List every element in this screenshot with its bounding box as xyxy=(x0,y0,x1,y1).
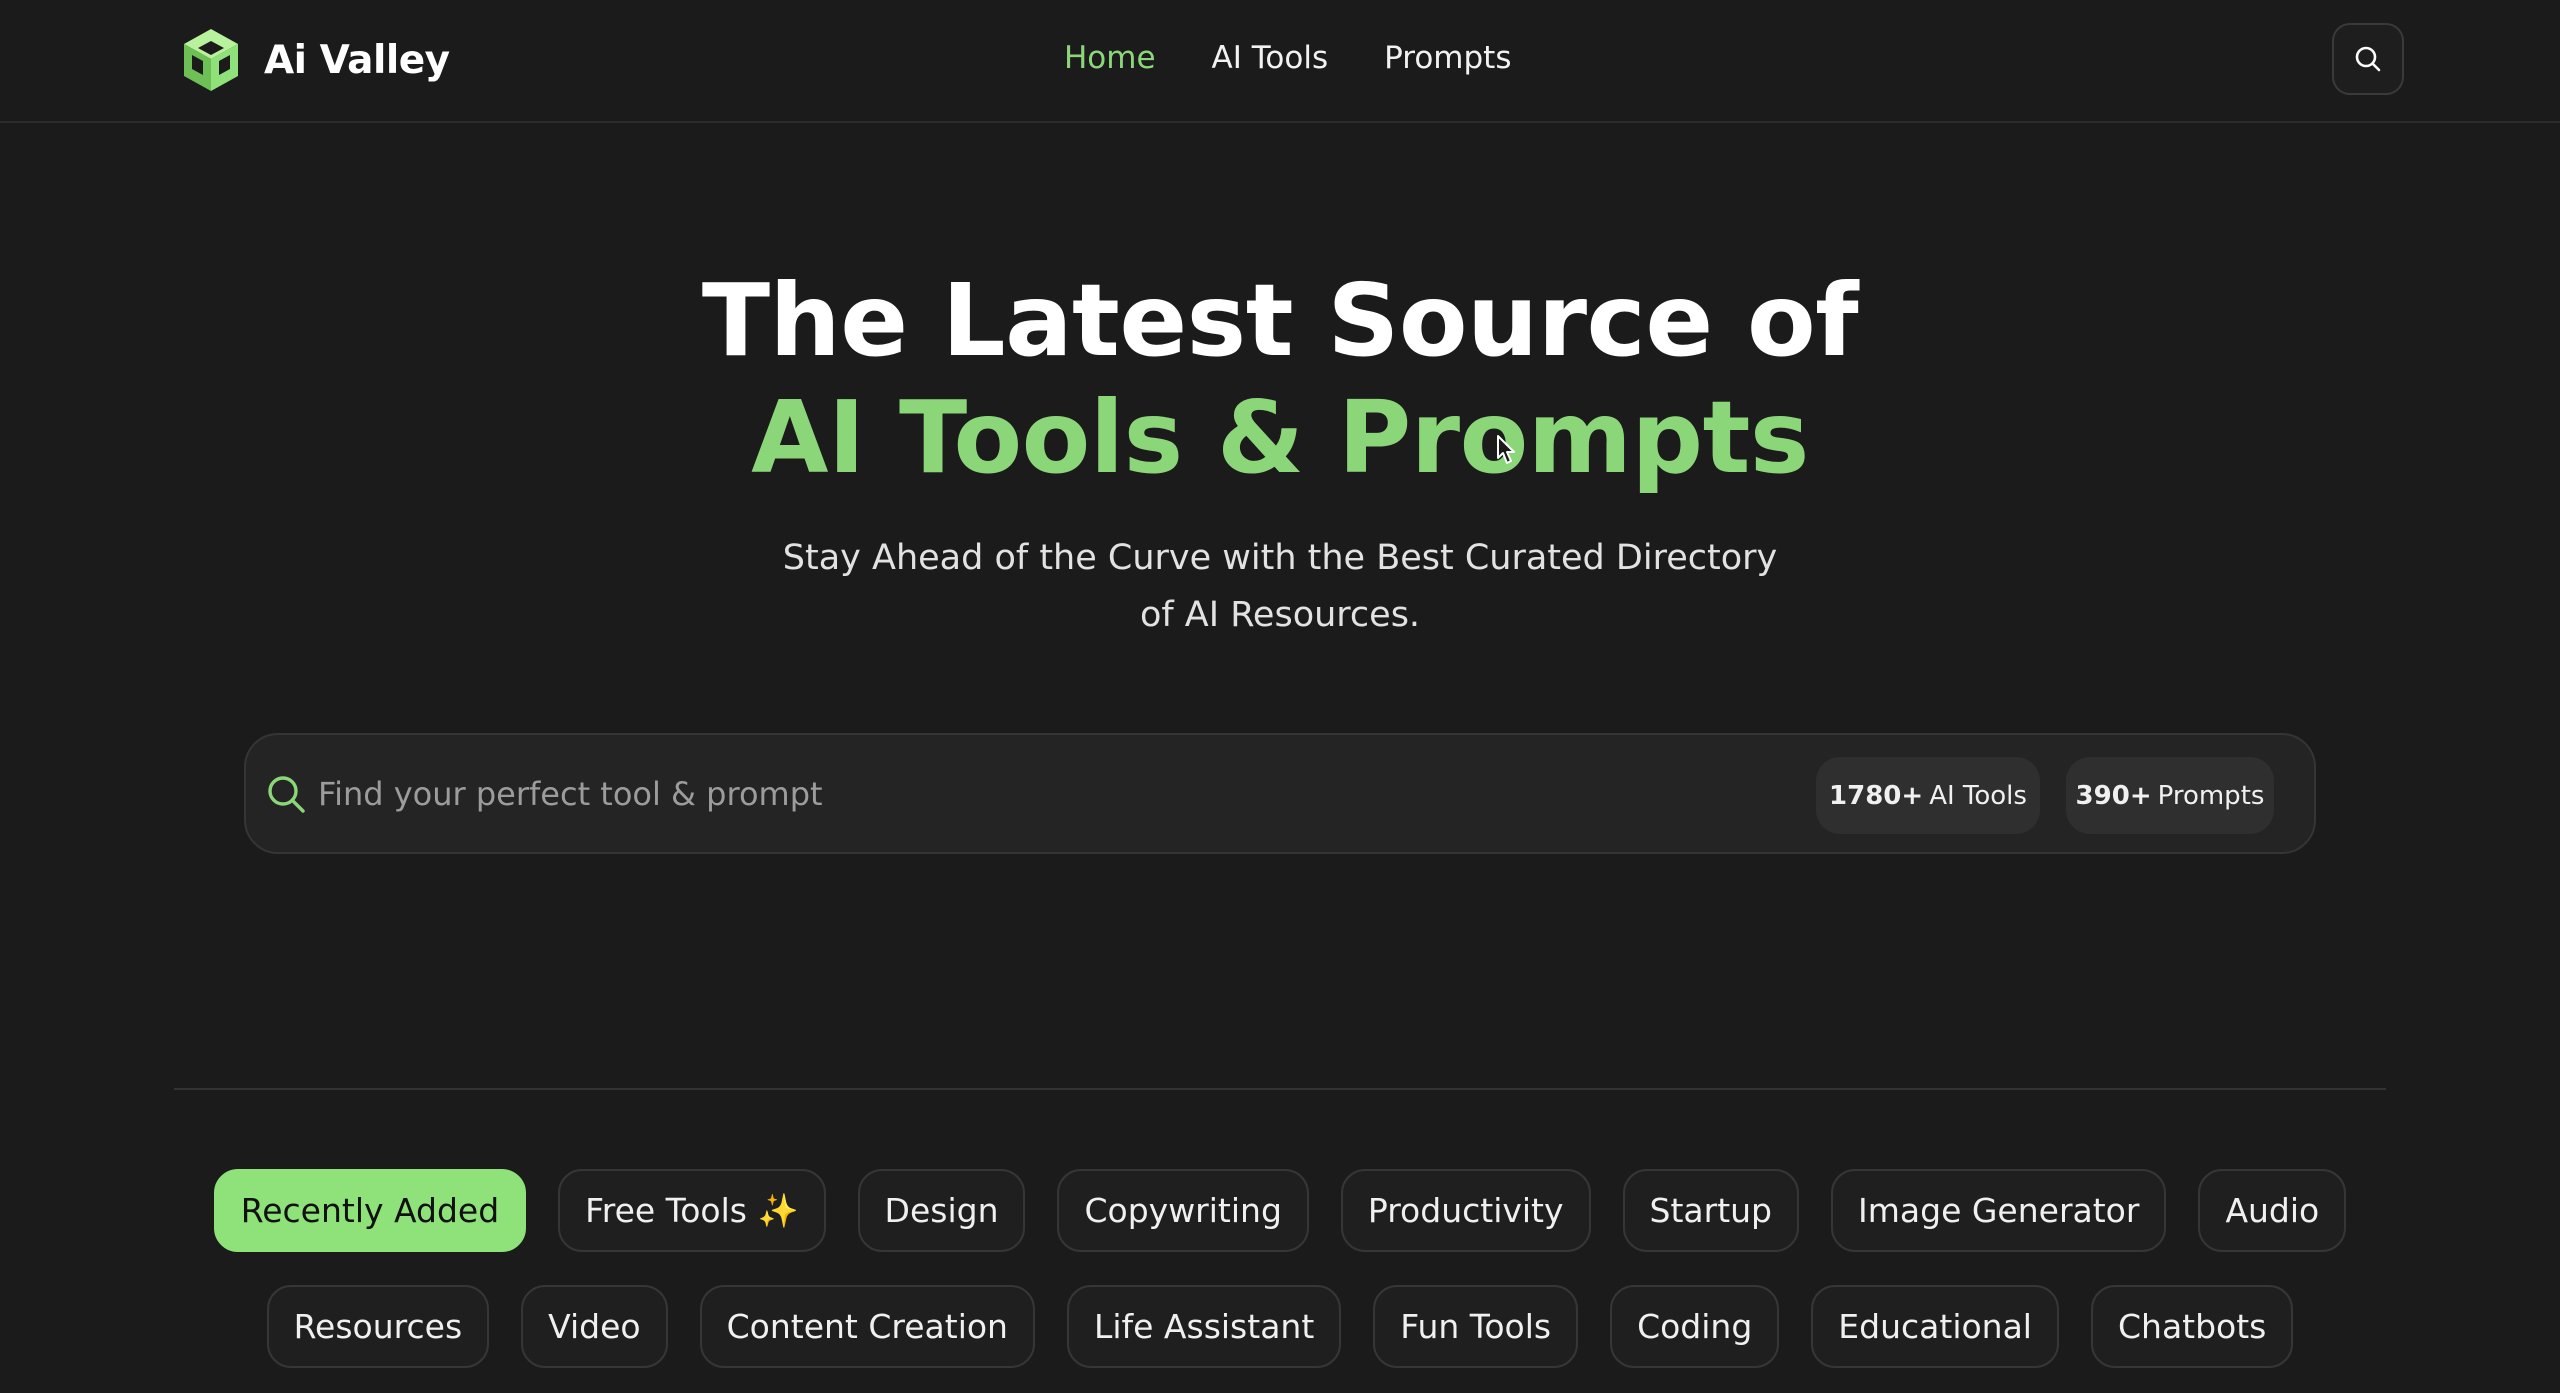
category-content-creation[interactable]: Content Creation xyxy=(699,1285,1035,1368)
top-navbar: Ai Valley Home AI Tools Prompts xyxy=(0,0,2560,123)
category-free-tools[interactable]: Free Tools ✨ xyxy=(558,1169,826,1252)
hero-subtitle: Stay Ahead of the Curve with the Best Cu… xyxy=(780,530,1780,644)
ai-tools-count: 1780+ xyxy=(1829,780,1924,811)
hero-subtitle-line1: Stay Ahead of the Curve with the Best Cu… xyxy=(782,538,1778,578)
header-search-button[interactable] xyxy=(2332,23,2404,95)
brand-name: Ai Valley xyxy=(264,37,450,83)
category-audio[interactable]: Audio xyxy=(2198,1169,2347,1252)
category-productivity[interactable]: Productivity xyxy=(1340,1169,1591,1252)
category-life-assistant[interactable]: Life Assistant xyxy=(1066,1285,1342,1368)
category-coding[interactable]: Coding xyxy=(1610,1285,1780,1368)
category-design[interactable]: Design xyxy=(857,1169,1026,1252)
category-image-generator[interactable]: Image Generator xyxy=(1831,1169,2167,1252)
category-recently-added[interactable]: Recently Added xyxy=(213,1169,527,1252)
prompts-count-label: Prompts xyxy=(2157,780,2265,811)
search-icon xyxy=(268,776,305,813)
prompts-count: 390+ xyxy=(2075,780,2152,811)
cube-logo-icon xyxy=(184,29,238,91)
brand-logo-link[interactable]: Ai Valley xyxy=(180,27,450,93)
category-resources[interactable]: Resources xyxy=(266,1285,490,1368)
category-filter-row-2: Resources Video Content Creation Life As… xyxy=(0,1285,2560,1368)
nav-home[interactable]: Home xyxy=(1064,38,1156,78)
nav-prompts[interactable]: Prompts xyxy=(1384,38,1511,78)
prompts-count-badge[interactable]: 390+ Prompts xyxy=(2066,757,2274,834)
category-copywriting[interactable]: Copywriting xyxy=(1057,1169,1309,1252)
hero-subtitle-line2: of AI Resources. xyxy=(1139,595,1421,635)
hero-title-line1: The Latest Source of xyxy=(701,262,1859,379)
category-video[interactable]: Video xyxy=(521,1285,668,1368)
category-chatbots[interactable]: Chatbots xyxy=(2090,1285,2294,1368)
category-educational[interactable]: Educational xyxy=(1811,1285,2059,1368)
main-nav: Home AI Tools Prompts xyxy=(1064,38,1512,78)
main-search-bar[interactable]: 1780+ AI Tools 390+ Prompts xyxy=(244,733,2316,854)
nav-ai-tools[interactable]: AI Tools xyxy=(1212,38,1329,78)
category-filter-row-1: Recently Added Free Tools ✨ Design Copyw… xyxy=(0,1169,2560,1252)
category-startup[interactable]: Startup xyxy=(1622,1169,1800,1252)
ai-tools-count-badge[interactable]: 1780+ AI Tools xyxy=(1816,757,2040,834)
hero-title-highlight: AI Tools & Prompts xyxy=(751,379,1809,496)
ai-tools-count-label: AI Tools xyxy=(1929,780,2027,811)
section-divider xyxy=(174,1088,2386,1090)
search-icon xyxy=(2355,46,2381,72)
search-input[interactable] xyxy=(316,755,2016,833)
category-fun-tools[interactable]: Fun Tools xyxy=(1373,1285,1579,1368)
